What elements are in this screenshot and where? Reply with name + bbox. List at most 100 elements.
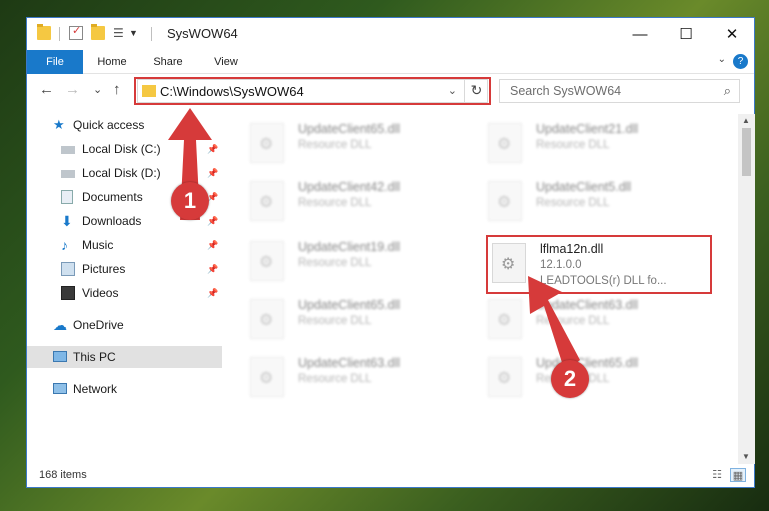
file-item[interactable]: UpdateClient21.dll Resource DLL [488, 120, 708, 170]
file-name: UpdateClient42.dll [298, 180, 401, 194]
music-note-icon: ♪ [61, 237, 68, 253]
properties-icon[interactable]: ✓ [69, 25, 83, 40]
file-name: UpdateClient19.dll [298, 240, 401, 254]
file-description: Resource DLL [298, 315, 372, 327]
file-description: Resource DLL [298, 373, 372, 385]
file-item[interactable]: UpdateClient19.dll Resource DLL [250, 238, 470, 288]
film-icon [61, 286, 75, 300]
tab-file[interactable]: File [27, 50, 83, 74]
file-item[interactable]: UpdateClient65.dll Resource DLL [250, 296, 470, 346]
sidebar-item-label: Network [73, 382, 118, 396]
sidebar-item-label: Downloads [82, 214, 142, 228]
sidebar-item-network[interactable]: Network [27, 378, 222, 400]
callout-1: 1 [171, 182, 209, 220]
pin-icon[interactable]: 📌 [207, 210, 218, 232]
dll-gear-icon [488, 123, 522, 163]
ribbon: File Home Share View ⌄ ? [27, 50, 754, 74]
customize-quick-access-icon[interactable]: ▼ [129, 26, 143, 40]
sidebar-item-music[interactable]: ♪ Music 📌 [27, 234, 222, 256]
scroll-thumb[interactable] [742, 128, 751, 176]
file-name: UpdateClient5.dll [536, 180, 632, 194]
separator [59, 27, 60, 41]
pin-icon[interactable]: 📌 [207, 282, 218, 304]
tab-share[interactable]: Share [143, 50, 193, 74]
file-name: UpdateClient65.dll [298, 298, 401, 312]
file-description: Resource DLL [536, 197, 610, 209]
forward-button[interactable]: → [65, 81, 80, 98]
sidebar-item-pictures[interactable]: Pictures 📌 [27, 258, 222, 280]
pin-icon[interactable]: 📌 [207, 258, 218, 280]
file-description: Resource DLL [298, 197, 372, 209]
search-box[interactable]: Search SysWOW64 ⌕ [499, 79, 740, 103]
view-options-icon[interactable]: ☰ [113, 26, 127, 40]
file-item[interactable]: UpdateClient5.dll Resource DLL [488, 178, 708, 228]
sidebar-item-label: Quick access [73, 118, 145, 132]
new-folder-icon[interactable] [91, 24, 105, 40]
sidebar-item-label: Local Disk (C:) [82, 142, 161, 156]
file-item[interactable]: UpdateClient65.dll Resource DLL [250, 120, 470, 170]
vertical-scrollbar[interactable]: ▲ ▼ [738, 114, 755, 464]
sidebar-item-this-pc[interactable]: This PC [27, 346, 222, 368]
dll-gear-icon [488, 181, 522, 221]
search-icon[interactable]: ⌕ [724, 83, 731, 99]
expand-ribbon-icon[interactable]: ⌄ [718, 54, 726, 65]
file-description: Resource DLL [536, 139, 610, 151]
documents-icon [61, 190, 73, 204]
sidebar-item-label: Videos [82, 286, 119, 300]
callout-2: 2 [551, 360, 589, 398]
sidebar-item-local-disk-c[interactable]: Local Disk (C:) 📌 [27, 138, 222, 160]
sidebar-item-label: OneDrive [73, 318, 124, 332]
file-name: UpdateClient65.dll [536, 356, 639, 370]
search-placeholder: Search SysWOW64 [510, 84, 622, 98]
pin-icon[interactable]: 📌 [207, 162, 218, 184]
sidebar-item-label: Pictures [82, 262, 126, 276]
help-button[interactable]: ? [733, 54, 748, 69]
minimize-button[interactable]: — [617, 18, 663, 50]
pin-icon[interactable]: 📌 [207, 138, 218, 160]
up-button[interactable]: ↑ [113, 81, 121, 98]
dll-gear-icon [250, 241, 284, 281]
tab-home[interactable]: Home [87, 50, 137, 74]
sidebar-item-onedrive[interactable]: ☁ OneDrive [27, 314, 222, 336]
file-description: Resource DLL [298, 139, 372, 151]
pictures-icon [61, 262, 75, 276]
network-icon [53, 383, 67, 394]
file-name: UpdateClient63.dll [298, 356, 401, 370]
dll-gear-icon [488, 299, 522, 339]
navigation-pane: ★ Quick access Local Disk (C:) 📌 Local D… [27, 114, 222, 464]
large-icons-view-icon[interactable]: ▦ [730, 468, 746, 482]
sidebar-item-quick-access[interactable]: ★ Quick access [27, 114, 222, 136]
star-icon: ★ [53, 117, 65, 132]
drive-icon [61, 170, 75, 178]
sidebar-item-label: Music [82, 238, 114, 252]
address-highlight [134, 77, 491, 105]
sidebar-item-label: Documents [82, 190, 143, 204]
maximize-button[interactable]: ☐ [663, 18, 709, 50]
status-bar: 168 items ☷ ▦ [27, 464, 754, 488]
pin-icon[interactable]: 📌 [207, 234, 218, 256]
cloud-icon: ☁ [53, 317, 67, 333]
tab-view[interactable]: View [203, 50, 249, 74]
scroll-down-icon[interactable]: ▼ [742, 452, 750, 461]
file-item[interactable]: UpdateClient63.dll Resource DLL [488, 296, 708, 346]
scroll-up-icon[interactable]: ▲ [742, 116, 750, 125]
file-item[interactable]: UpdateClient65.dll Resource DLL [488, 354, 708, 404]
title-bar: ✓ ☰ ▼ SysWOW64 — ☐ ✕ [27, 18, 754, 50]
drive-icon [61, 146, 75, 154]
item-count: 168 items [39, 469, 87, 481]
separator [151, 27, 152, 41]
dll-gear-icon [250, 299, 284, 339]
file-description: Resource DLL [536, 315, 610, 327]
close-button[interactable]: ✕ [709, 18, 755, 50]
details-view-icon[interactable]: ☷ [709, 468, 725, 482]
sidebar-item-local-disk-d[interactable]: Local Disk (D:) 📌 [27, 162, 222, 184]
recent-locations-button[interactable]: ⌄ [93, 83, 102, 96]
explorer-window: ✓ ☰ ▼ SysWOW64 — ☐ ✕ File Home Share Vie… [26, 17, 755, 488]
file-item[interactable]: UpdateClient63.dll Resource DLL [250, 354, 470, 404]
file-item[interactable]: UpdateClient42.dll Resource DLL [250, 178, 470, 228]
sidebar-item-videos[interactable]: Videos 📌 [27, 282, 222, 304]
back-button[interactable]: ← [39, 81, 54, 98]
dll-gear-icon [488, 357, 522, 397]
window-title: SysWOW64 [167, 26, 238, 41]
sidebar-item-label: This PC [73, 350, 116, 364]
